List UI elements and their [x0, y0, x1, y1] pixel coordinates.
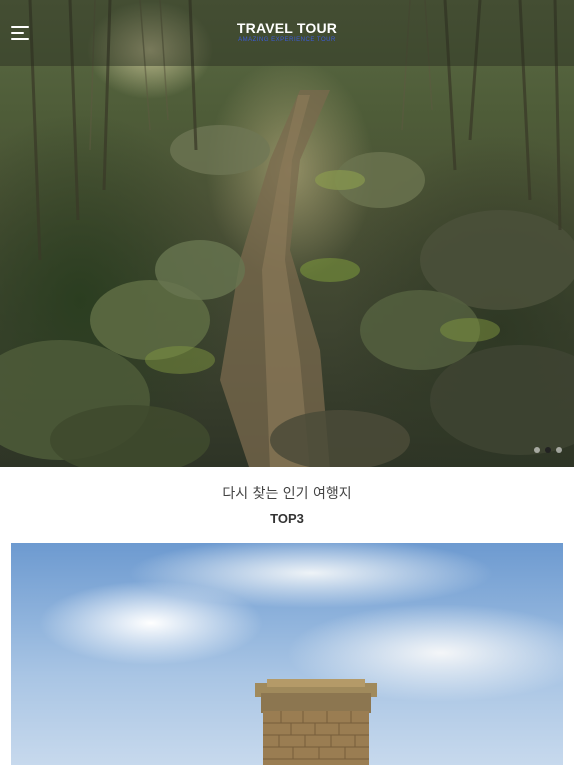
- slider-dot-1[interactable]: [534, 447, 540, 453]
- site-subtitle: AMAZING EXPERIENCE TOUR: [238, 37, 336, 43]
- destination-card-image[interactable]: [11, 543, 563, 765]
- slider-dot-3[interactable]: [556, 447, 562, 453]
- hero-slider[interactable]: TRAVEL TOUR AMAZING EXPERIENCE TOUR: [0, 0, 574, 467]
- section-title: 다시 찾는 인기 여행지: [222, 486, 352, 502]
- stone-tower-image: [255, 679, 377, 765]
- brand-logo[interactable]: TRAVEL TOUR AMAZING EXPERIENCE TOUR: [0, 20, 574, 43]
- site-title: TRAVEL TOUR: [236, 20, 338, 36]
- popular-destinations-heading: 다시 찾는 인기 여행지 TOP3: [0, 483, 574, 526]
- slider-dot-2[interactable]: [545, 447, 551, 453]
- top-navigation-bar: TRAVEL TOUR AMAZING EXPERIENCE TOUR: [0, 0, 574, 66]
- forest-path-image: [0, 0, 574, 467]
- slider-pagination: [534, 447, 562, 453]
- section-subtitle: TOP3: [270, 511, 304, 526]
